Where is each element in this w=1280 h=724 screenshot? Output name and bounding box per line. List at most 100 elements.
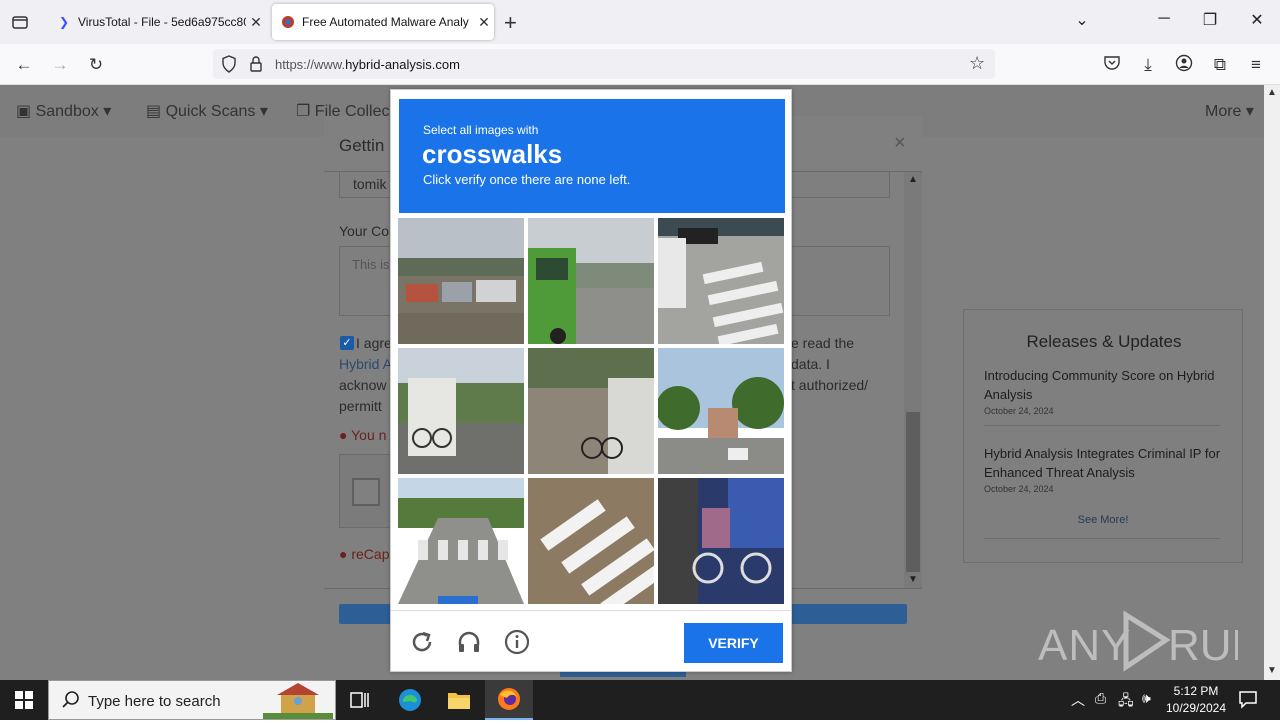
quick-scans-label: Quick Scans ▾ bbox=[165, 103, 268, 120]
tab-virustotal[interactable]: ❯ VirusTotal - File - 5ed6a975cc80 ✕ bbox=[48, 4, 266, 40]
captcha-tile-crosswalk-closeup[interactable] bbox=[528, 478, 654, 604]
agree-text-right-3: t authorized/ bbox=[791, 377, 869, 393]
captcha-tile-bicycle-shop[interactable] bbox=[658, 478, 784, 604]
taskbar-search-box[interactable]: Type here to search bbox=[48, 680, 336, 720]
menu-icon[interactable]: ≡ bbox=[1245, 54, 1267, 76]
captcha-tile-bike-wall[interactable] bbox=[528, 348, 654, 474]
modal-close-icon[interactable]: × bbox=[894, 132, 906, 155]
files-icon: ❐ bbox=[296, 103, 311, 120]
scroll-down-arrow-icon[interactable]: ▼ bbox=[1267, 665, 1277, 676]
lock-icon[interactable] bbox=[249, 55, 263, 78]
url-domain: hybrid-analysis.com bbox=[345, 57, 460, 72]
agree-text-3: acknow bbox=[339, 377, 387, 393]
list-all-tabs-icon[interactable]: ⌄ bbox=[1070, 10, 1094, 34]
task-view-icon[interactable] bbox=[336, 680, 384, 720]
error-message-2: ● reCap bbox=[339, 546, 390, 562]
scroll-thumb[interactable] bbox=[906, 412, 920, 572]
agree-checkbox[interactable]: ✓ bbox=[340, 336, 354, 350]
taskbar: Type here to search ︿ ⎙ 🖧 🕪 5:12 PM 10/2… bbox=[0, 680, 1280, 720]
audio-challenge-icon[interactable] bbox=[456, 629, 482, 660]
close-tab-icon[interactable]: ✕ bbox=[246, 14, 266, 31]
address-bar[interactable]: https://www.hybrid-analysis.com ☆ bbox=[213, 49, 995, 79]
firefox-icon[interactable] bbox=[485, 680, 533, 720]
release-item-title[interactable]: Introducing Community Score on Hybrid An… bbox=[984, 366, 1229, 404]
quick-scans-menu[interactable]: ▤ Quick Scans ▾ bbox=[146, 101, 268, 121]
error-text: reCap bbox=[351, 546, 390, 562]
notifications-icon[interactable] bbox=[1238, 689, 1258, 714]
scroll-up-arrow-icon[interactable]: ▲ bbox=[908, 174, 918, 185]
comment-label: Your Co bbox=[339, 223, 390, 239]
cube-icon: ▣ bbox=[16, 103, 32, 120]
downloads-icon[interactable]: ⤓ bbox=[1137, 54, 1159, 76]
url-text[interactable]: https://www.hybrid-analysis.com bbox=[275, 57, 460, 72]
shield-icon[interactable] bbox=[221, 55, 237, 78]
agree-text-right-2: data. I bbox=[791, 356, 830, 372]
release-divider bbox=[984, 425, 1220, 426]
bookmark-star-icon[interactable]: ☆ bbox=[969, 53, 985, 74]
release-item-title[interactable]: Hybrid Analysis Integrates Criminal IP f… bbox=[984, 444, 1229, 482]
tab-title: VirusTotal - File - 5ed6a975cc80 bbox=[78, 15, 246, 29]
captcha-tile-parked-trucks[interactable] bbox=[398, 218, 524, 344]
scroll-up-arrow-icon[interactable]: ▲ bbox=[1267, 87, 1277, 98]
show-hidden-icons-icon[interactable]: ︿ bbox=[1071, 690, 1085, 710]
url-prefix: https://www. bbox=[275, 57, 346, 72]
modal-title: Gettin bbox=[339, 136, 385, 155]
account-icon[interactable] bbox=[1173, 54, 1195, 76]
captcha-challenge: Select all images with crosswalks Click … bbox=[390, 89, 792, 672]
new-tab-icon[interactable]: + bbox=[504, 10, 517, 36]
captcha-tile-green-truck[interactable] bbox=[528, 218, 654, 344]
terms-link[interactable]: Hybrid A bbox=[339, 356, 392, 372]
reload-icon[interactable]: ↻ bbox=[85, 54, 107, 76]
recaptcha-checkbox[interactable] bbox=[352, 478, 380, 506]
windows-start-icon[interactable] bbox=[0, 680, 48, 720]
captcha-tile-crosswalk-car[interactable] bbox=[658, 218, 784, 344]
name-value: tomik bbox=[353, 176, 387, 192]
close-window-icon[interactable]: ✕ bbox=[1245, 10, 1269, 34]
anyrun-watermark: ANY RUN bbox=[1038, 605, 1263, 675]
agree-text-4: permitt bbox=[339, 398, 382, 414]
agree-text: I agre bbox=[356, 335, 392, 351]
info-icon[interactable] bbox=[504, 629, 530, 660]
more-menu[interactable]: More ▾ bbox=[1205, 101, 1254, 121]
refresh-icon[interactable] bbox=[409, 629, 435, 660]
clock[interactable]: 5:12 PM 10/29/2024 bbox=[1162, 683, 1230, 717]
restore-icon[interactable]: ❐ bbox=[1198, 10, 1222, 34]
release-divider bbox=[984, 538, 1220, 539]
forward-icon[interactable]: → bbox=[49, 54, 71, 76]
captcha-image-grid bbox=[398, 218, 786, 606]
tab-hybrid-analysis[interactable]: Free Automated Malware Analy ✕ bbox=[272, 4, 494, 40]
verify-button[interactable]: VERIFY bbox=[684, 623, 783, 663]
error-icon: ● bbox=[339, 427, 348, 443]
minimize-icon[interactable]: ─ bbox=[1152, 10, 1176, 34]
volume-icon[interactable]: 🕪 bbox=[1142, 690, 1151, 707]
release-item-date: October 24, 2024 bbox=[984, 406, 1054, 416]
meet-now-icon[interactable]: ⎙ bbox=[1095, 690, 1106, 707]
scroll-down-arrow-icon[interactable]: ▼ bbox=[908, 574, 918, 585]
captcha-tile-camper-bike[interactable] bbox=[398, 348, 524, 474]
release-item-date: October 24, 2024 bbox=[984, 484, 1054, 494]
tab-list-icon[interactable] bbox=[10, 12, 30, 32]
back-icon[interactable]: ← bbox=[13, 54, 35, 76]
extensions-icon[interactable]: ⧉ bbox=[1209, 54, 1231, 76]
file-explorer-icon[interactable] bbox=[435, 680, 483, 720]
close-tab-icon[interactable]: ✕ bbox=[474, 14, 494, 31]
network-icon[interactable]: 🖧 bbox=[1118, 690, 1134, 714]
edge-icon[interactable] bbox=[386, 680, 434, 720]
modal-scrollbar[interactable]: ▲ ▼ bbox=[904, 172, 922, 589]
scan-icon: ▤ bbox=[146, 103, 162, 120]
virustotal-favicon-icon: ❯ bbox=[58, 15, 70, 29]
navigation-bar: ← → ↻ https://www.hybrid-analysis.com ☆ … bbox=[0, 44, 1280, 85]
clock-time: 5:12 PM bbox=[1173, 684, 1219, 698]
captcha-tile-crosswalk-road[interactable] bbox=[398, 478, 524, 604]
captcha-tile-street-intersection[interactable] bbox=[658, 348, 784, 474]
see-more-link[interactable]: See More! bbox=[964, 514, 1242, 526]
releases-title: Releases & Updates bbox=[1026, 332, 1182, 351]
pocket-icon[interactable] bbox=[1101, 54, 1123, 76]
clock-date: 10/29/2024 bbox=[1165, 701, 1227, 715]
page-scrollbar[interactable]: ▲ ▼ bbox=[1264, 85, 1280, 680]
sandbox-menu[interactable]: ▣ Sandbox ▾ bbox=[16, 101, 111, 121]
captcha-header: Select all images with crosswalks Click … bbox=[399, 99, 785, 213]
tab-title: Free Automated Malware Analy bbox=[302, 15, 469, 29]
tab-bar: ❯ VirusTotal - File - 5ed6a975cc80 ✕ Fre… bbox=[0, 0, 1280, 44]
error-message-1: ● You n bbox=[339, 427, 386, 443]
